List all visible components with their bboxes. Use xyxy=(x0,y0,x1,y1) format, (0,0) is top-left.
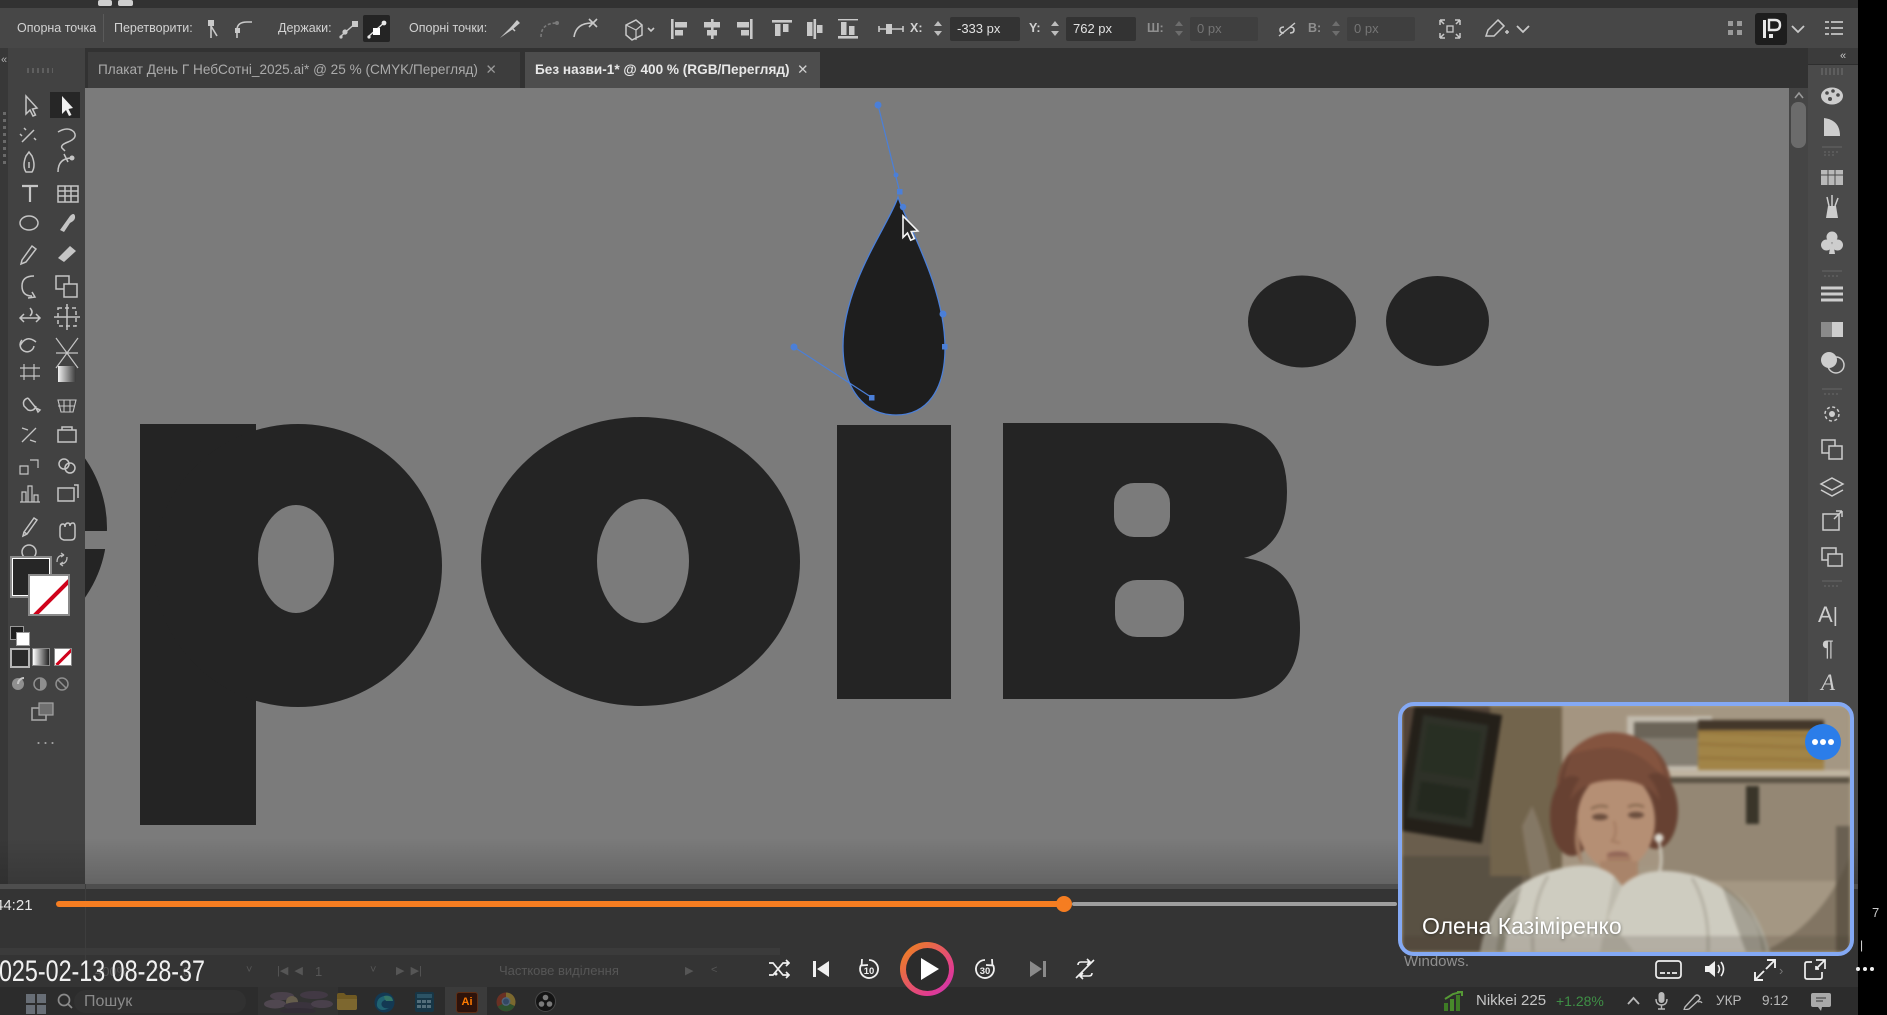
svg-text:30: 30 xyxy=(980,966,991,977)
svg-text:10: 10 xyxy=(864,966,875,977)
